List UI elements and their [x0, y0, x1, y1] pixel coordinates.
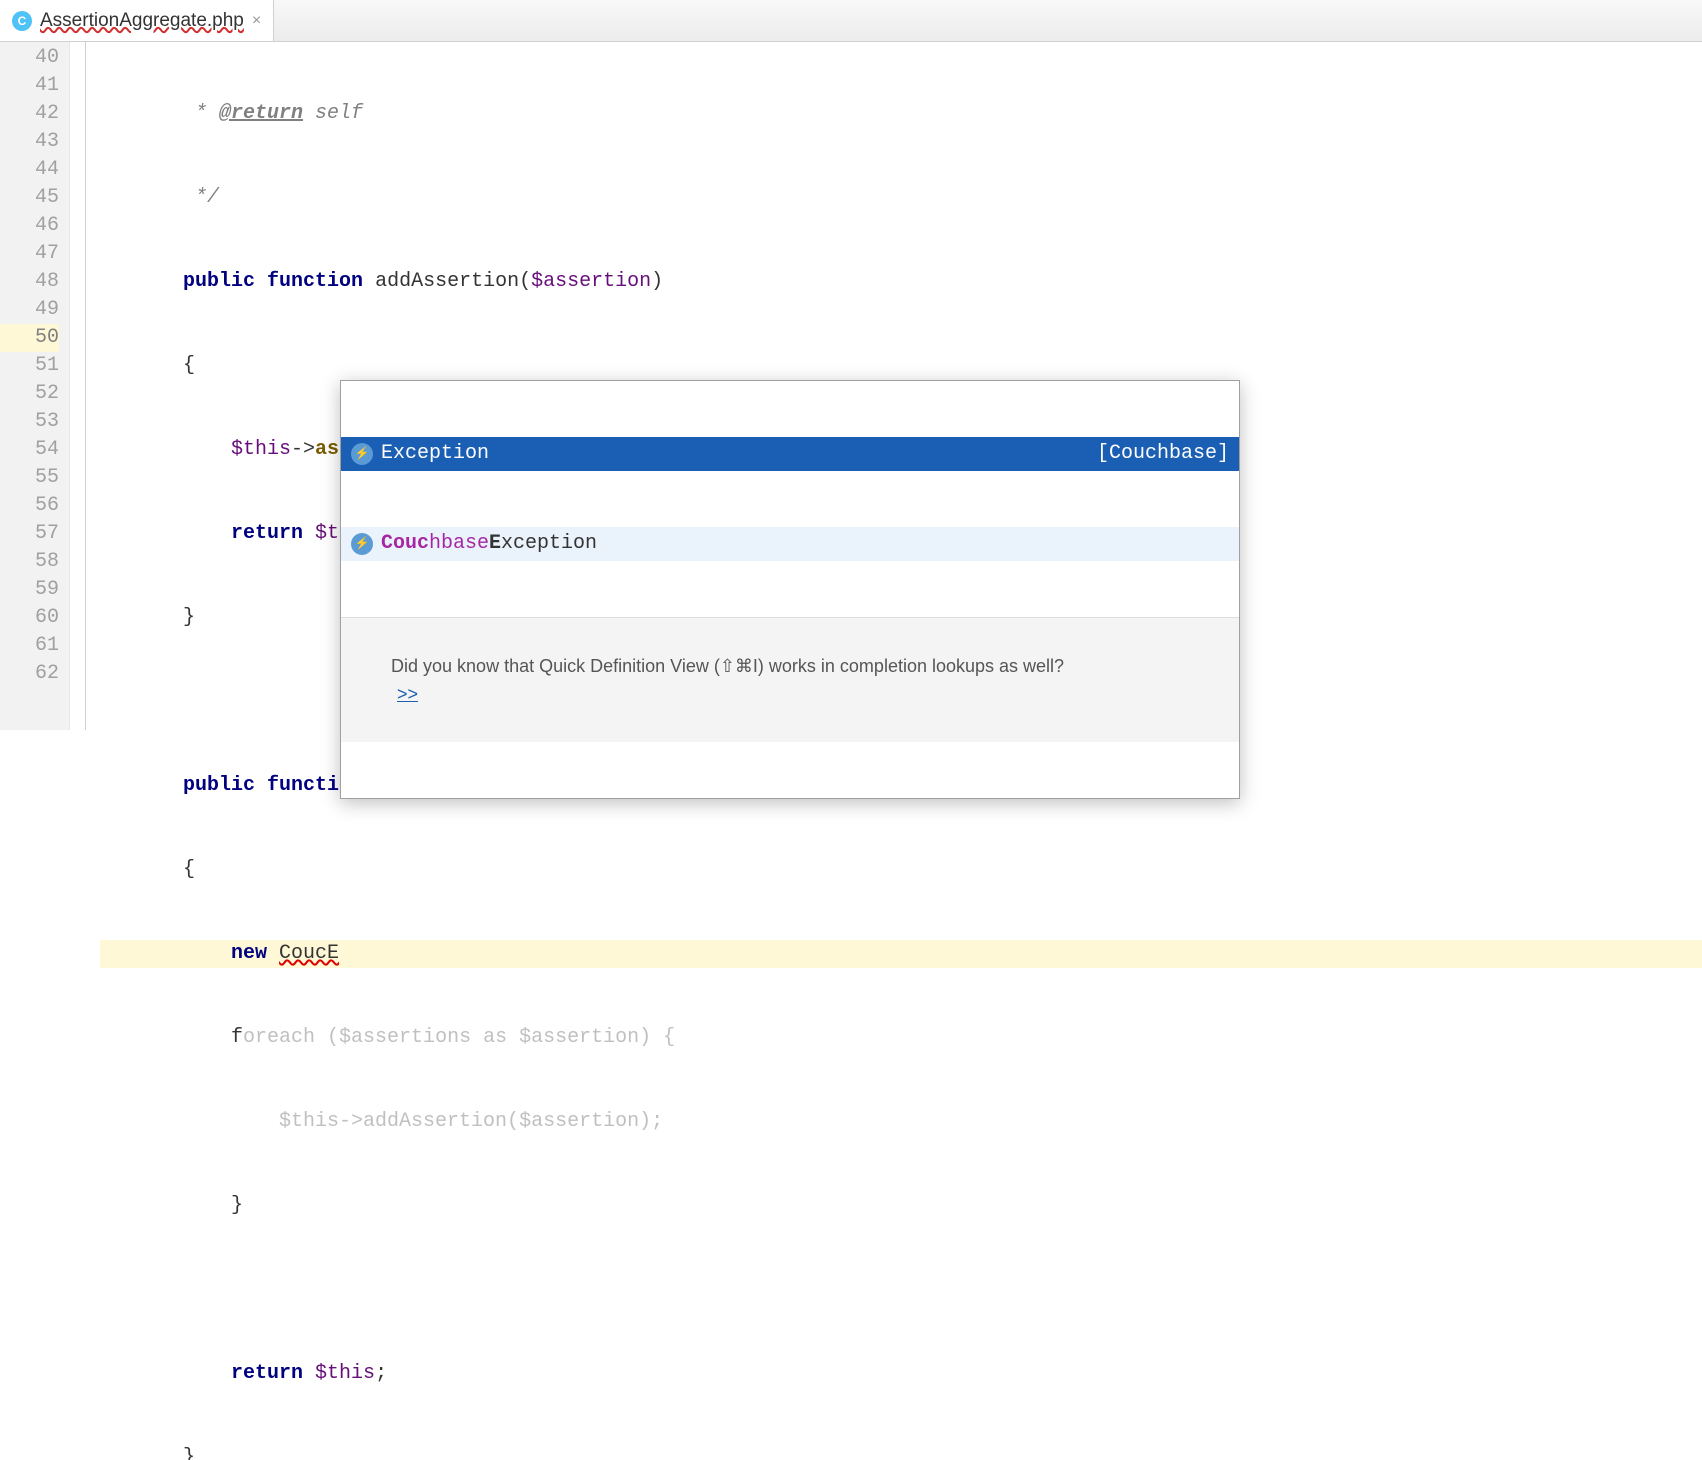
code-line-current: new CoucE	[100, 940, 1702, 968]
line-number: 45	[0, 184, 59, 212]
line-number: 46	[0, 212, 59, 240]
line-number: 42	[0, 100, 59, 128]
line-number: 51	[0, 352, 59, 380]
code-line: public function addAssertion($assertion)	[100, 268, 1702, 296]
php-class-icon: C	[12, 11, 32, 31]
code-line: */	[100, 184, 1702, 212]
line-number: 41	[0, 72, 59, 100]
tab-filename: AssertionAggregate.php	[40, 10, 244, 32]
line-number: 40	[0, 44, 59, 72]
completion-item-scope: [Couchbase]	[1097, 440, 1229, 468]
line-number: 49	[0, 296, 59, 324]
line-number-gutter: 4041424344454647484950515253545556575859…	[0, 42, 70, 730]
close-tab-icon[interactable]: ×	[252, 12, 261, 30]
completion-item[interactable]: CouchbaseException	[341, 527, 1239, 561]
code-line: }	[100, 1192, 1702, 1220]
line-number: 58	[0, 548, 59, 576]
code-line: foreach ($assertions as $assertion) {	[100, 1024, 1702, 1052]
code-line: }	[100, 1444, 1702, 1460]
code-line: * @return self	[100, 100, 1702, 128]
completion-hint: Did you know that Quick Definition View …	[341, 617, 1239, 742]
hint-more-link[interactable]: >>	[397, 684, 418, 704]
tab-bar: C AssertionAggregate.php ×	[0, 0, 1702, 42]
completion-popup: Exception [Couchbase] CouchbaseException…	[340, 380, 1240, 799]
code-line: $this->addAssertion($assertion);	[100, 1108, 1702, 1136]
line-number: 43	[0, 128, 59, 156]
line-number: 52	[0, 380, 59, 408]
line-number: 44	[0, 156, 59, 184]
editor-area: 4041424344454647484950515253545556575859…	[0, 42, 1702, 730]
line-number: 47	[0, 240, 59, 268]
class-badge-icon	[351, 533, 373, 555]
editor-tab[interactable]: C AssertionAggregate.php ×	[0, 0, 274, 41]
line-number: 50	[0, 324, 59, 352]
code-line: return $this;	[100, 1360, 1702, 1388]
line-number: 54	[0, 436, 59, 464]
line-number: 59	[0, 576, 59, 604]
line-number: 48	[0, 268, 59, 296]
line-number: 55	[0, 464, 59, 492]
code-line: {	[100, 856, 1702, 884]
line-number: 60	[0, 604, 59, 632]
code-content[interactable]: * @return self */ public function addAss…	[100, 42, 1702, 730]
completion-item-name: Exception	[381, 440, 489, 468]
class-badge-icon	[351, 443, 373, 465]
code-line: {	[100, 352, 1702, 380]
line-number: 57	[0, 520, 59, 548]
line-number: 53	[0, 408, 59, 436]
hint-text: Did you know that Quick Definition View …	[391, 656, 1064, 676]
completion-item-name: CouchbaseException	[381, 530, 597, 558]
completion-item-selected[interactable]: Exception [Couchbase]	[341, 437, 1239, 471]
line-number: 56	[0, 492, 59, 520]
line-number: 62	[0, 660, 59, 688]
line-number: 61	[0, 632, 59, 660]
code-line	[100, 1276, 1702, 1304]
fold-column	[70, 42, 100, 730]
